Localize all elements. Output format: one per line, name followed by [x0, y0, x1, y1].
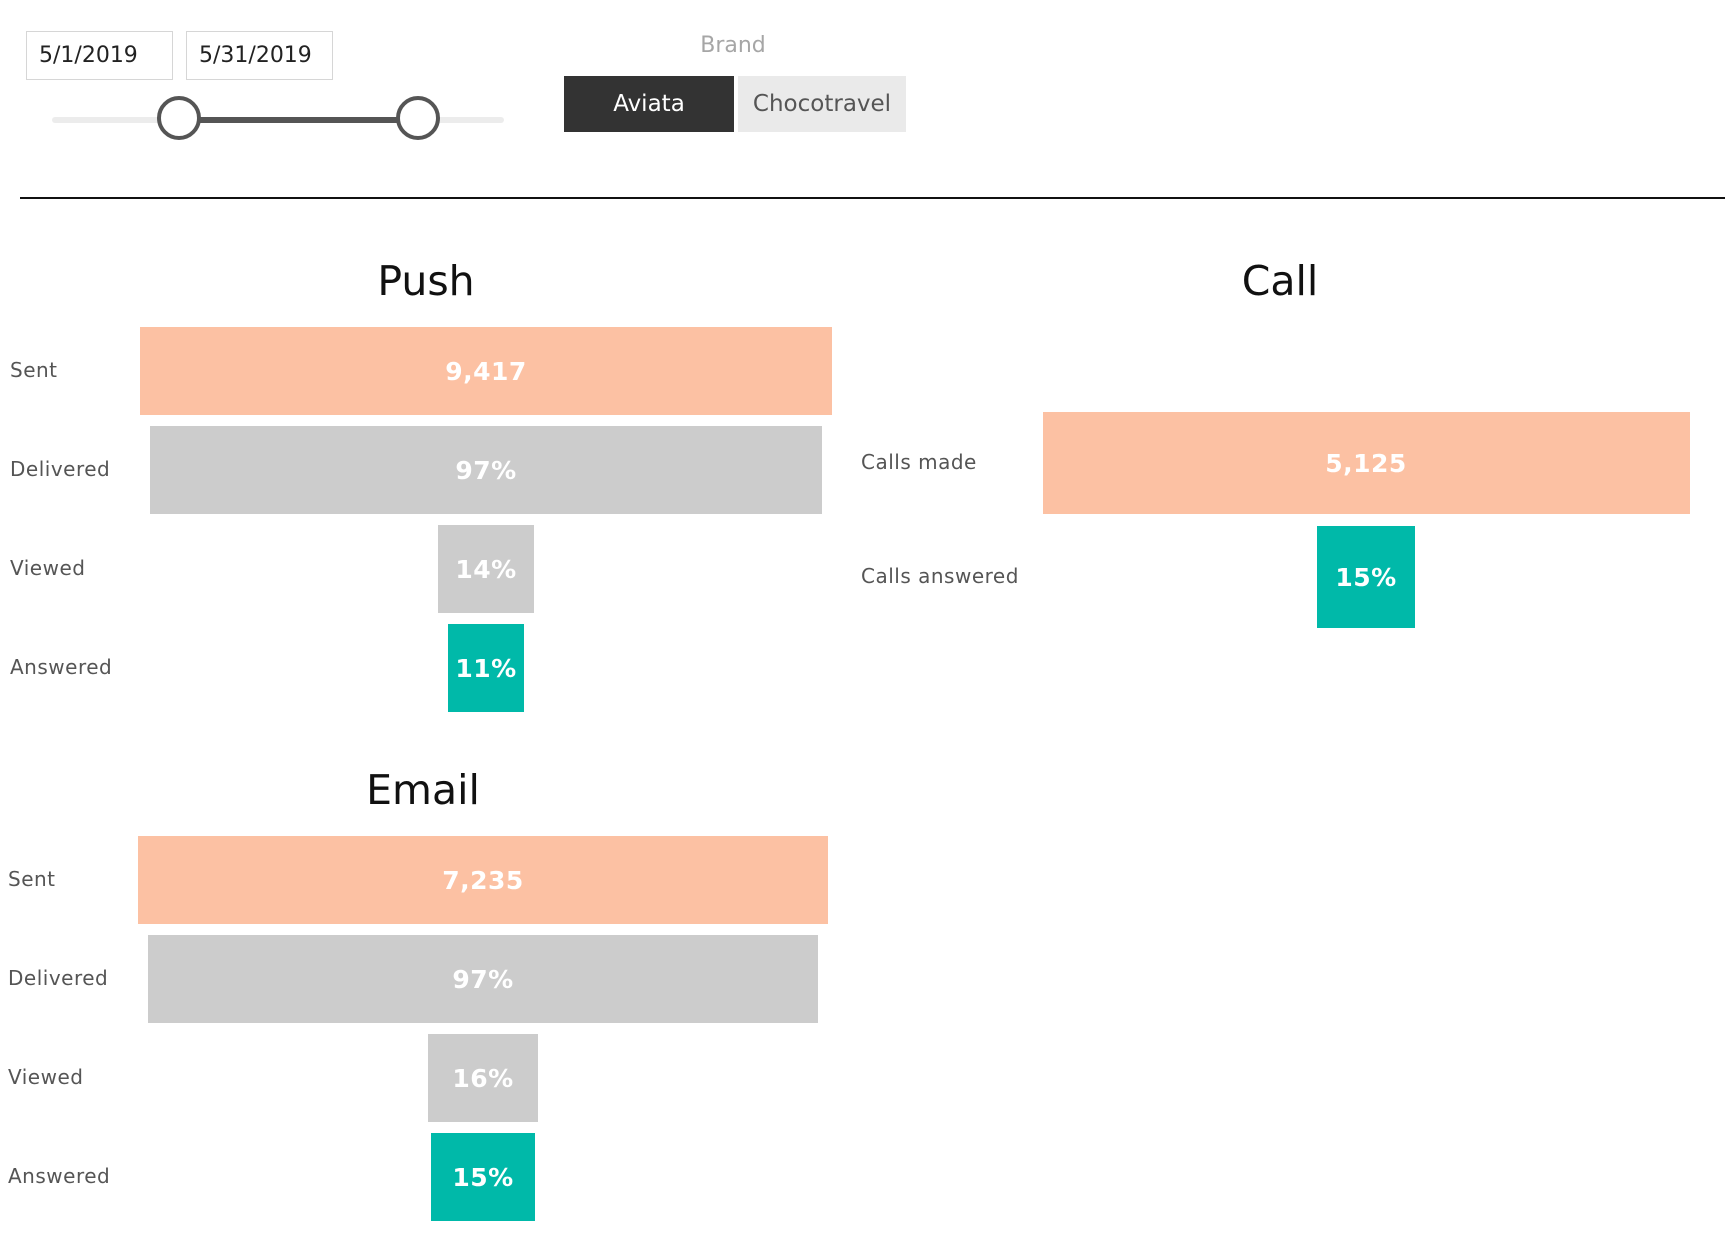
start-date-input[interactable] [26, 31, 173, 80]
date-range-start-handle[interactable] [156, 96, 201, 140]
funnel-bar[interactable]: 15% [431, 1133, 535, 1221]
funnel-stage-label: Answered [8, 1164, 111, 1188]
funnel-bar[interactable]: 5,125 [1042, 412, 1690, 514]
funnel-bar[interactable]: 14% [437, 525, 535, 613]
funnel-stage-label: Viewed [8, 1065, 84, 1089]
funnel-stage-label: Sent [8, 867, 56, 891]
brand-slicer-title: Brand [700, 33, 766, 58]
funnel-bar[interactable]: 9,417 [140, 327, 832, 415]
push-funnel-title: Push [377, 257, 475, 305]
funnel-bar[interactable]: 15% [1317, 526, 1415, 628]
funnel-stage-label: Calls answered [861, 564, 1019, 588]
funnel-bar[interactable]: 16% [427, 1034, 539, 1122]
funnel-bar[interactable]: 11% [447, 624, 525, 712]
funnel-stage-label: Sent [10, 358, 58, 382]
funnel-bar[interactable]: 7,235 [138, 836, 828, 924]
brand-option-chocotravel[interactable]: Chocotravel [738, 76, 906, 132]
date-range-slider-fill [178, 117, 419, 123]
funnel-stage-label: Delivered [10, 457, 111, 481]
funnel-stage-label: Calls made [861, 450, 977, 474]
brand-option-aviata[interactable]: Aviata [564, 76, 734, 132]
funnel-bar[interactable]: 97% [150, 426, 822, 514]
funnel-stage-label: Viewed [10, 556, 86, 580]
email-funnel-title: Email [366, 766, 480, 814]
funnel-stage-label: Answered [10, 655, 113, 679]
end-date-input[interactable] [186, 31, 333, 80]
funnel-stage-label: Delivered [8, 966, 109, 990]
funnel-bar[interactable]: 97% [148, 935, 818, 1023]
call-funnel-title: Call [1241, 257, 1319, 305]
date-range-end-handle[interactable] [396, 96, 441, 140]
header-divider [20, 197, 1725, 199]
